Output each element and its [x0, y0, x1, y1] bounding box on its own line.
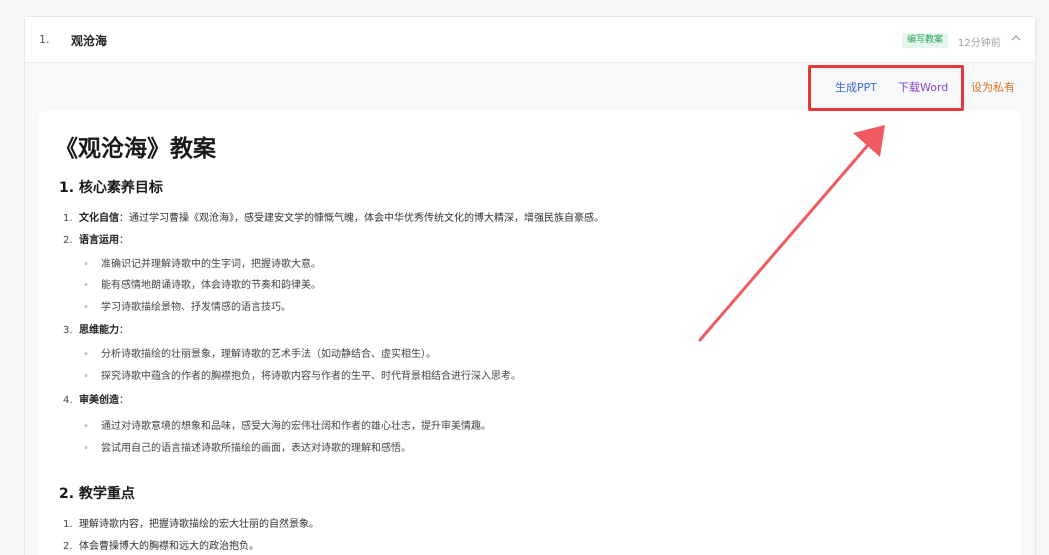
sub-list-text: 能有感情地朗诵诗歌，体会诗歌的节奏和韵律美。: [101, 280, 321, 291]
sub-list-text: 准确识记并理解诗歌中的生字词，把握诗歌大意。: [101, 259, 321, 270]
list-item: 4. 审美创造：: [63, 391, 129, 406]
sub-list-text: 分析诗歌描绘的壮丽景象，理解诗歌的艺术手法（如动静结合、虚实相生）。: [101, 349, 436, 360]
card-body: 生成PPT 下载Word 设为私有 《观沧海》教案 1. 核心素养目标 1. 文化…: [25, 63, 1035, 555]
sub-list-text: 探究诗歌中蕴含的作者的胸襟抱负，将诗歌内容与作者的生平、时代背景相结合进行深入思…: [101, 371, 521, 382]
list-item-text: 理解诗歌内容，把握诗歌描绘的宏大壮丽的自然景象。: [79, 519, 319, 530]
list-item-label: 语言运用: [79, 235, 119, 246]
list-item-label: 思维能力: [79, 325, 119, 336]
item-index: 1.: [39, 33, 50, 46]
sub-list-item: • 探究诗歌中蕴含的作者的胸襟抱负，将诗歌内容与作者的生平、时代背景相结合进行深入…: [83, 371, 521, 382]
list-number: 3.: [63, 325, 73, 336]
list-item: 3. 思维能力：: [63, 321, 129, 336]
list-item: 1. 理解诗歌内容，把握诗歌描绘的宏大壮丽的自然景象。: [63, 515, 319, 530]
list-item-text: ：: [119, 235, 129, 246]
list-number: 1.: [63, 519, 73, 530]
list-item-label: 文化自信: [79, 213, 119, 224]
sub-list-text: 通过对诗歌意境的想象和品味，感受大海的宏伟壮阔和作者的雄心壮志，提升审美情趣。: [101, 421, 491, 432]
sub-list-item: • 准确识记并理解诗歌中的生字词，把握诗歌大意。: [83, 259, 321, 270]
sub-list-item: • 学习诗歌描绘景物、抒发情感的语言技巧。: [83, 302, 291, 313]
sub-list-item: • 能有感情地朗诵诗歌，体会诗歌的节奏和韵律美。: [83, 280, 321, 291]
sub-list-item: • 分析诗歌描绘的壮丽景象，理解诗歌的艺术手法（如动静结合、虚实相生）。: [83, 349, 436, 360]
sub-list-text: 尝试用自己的语言描述诗歌所描绘的画面，表达对诗歌的理解和感悟。: [101, 443, 411, 454]
status-badge: 编写教案: [902, 33, 949, 48]
list-number: 2.: [63, 235, 73, 246]
item-title: 观沧海: [71, 34, 108, 48]
set-private-button[interactable]: 设为私有: [971, 79, 1015, 95]
list-item: 1. 文化自信：通过学习曹操《观沧海》，感受建安文学的慷慨气魄，体会中华优秀传统文…: [63, 209, 604, 224]
sub-list-item: • 尝试用自己的语言描述诗歌所描绘的画面，表达对诗歌的理解和感悟。: [83, 443, 411, 454]
list-number: 1.: [63, 213, 73, 224]
list-item-text: ：: [119, 395, 129, 406]
highlight-box: [808, 65, 964, 111]
list-item: 2. 体会曹操博大的胸襟和远大的政治抱负。: [63, 537, 259, 552]
list-item-text: 体会曹操博大的胸襟和远大的政治抱负。: [79, 541, 259, 552]
list-item-label: 审美创造: [79, 395, 119, 406]
lesson-plan-document: 《观沧海》教案 1. 核心素养目标 1. 文化自信：通过学习曹操《观沧海》，感受建…: [39, 111, 1021, 555]
list-number: 4.: [63, 395, 73, 406]
list-item-text: ：: [119, 325, 129, 336]
section-heading: 1. 核心素养目标: [59, 180, 163, 196]
chevron-up-icon[interactable]: [1009, 31, 1023, 45]
sub-list-text: 学习诗歌描绘景物、抒发情感的语言技巧。: [101, 302, 291, 313]
list-item: 2. 语言运用：: [63, 231, 129, 246]
sub-list-item: • 通过对诗歌意境的想象和品味，感受大海的宏伟壮阔和作者的雄心壮志，提升审美情趣。: [83, 421, 491, 432]
list-item-text: ：通过学习曹操《观沧海》，感受建安文学的慷慨气魄，体会中华优秀传统文化的博大精深…: [119, 213, 604, 224]
card-header[interactable]: 1. 观沧海 编写教案 12分钟前: [25, 17, 1035, 63]
lesson-plan-card: 1. 观沧海 编写教案 12分钟前 生成PPT 下载Word 设为私有 《观沧海…: [24, 16, 1036, 555]
document-title: 《观沧海》教案: [55, 136, 216, 162]
section-heading: 2. 教学重点: [59, 486, 135, 502]
action-bar: 生成PPT 下载Word 设为私有: [25, 63, 1035, 111]
timestamp: 12分钟前: [958, 38, 1001, 49]
list-number: 2.: [63, 541, 73, 552]
